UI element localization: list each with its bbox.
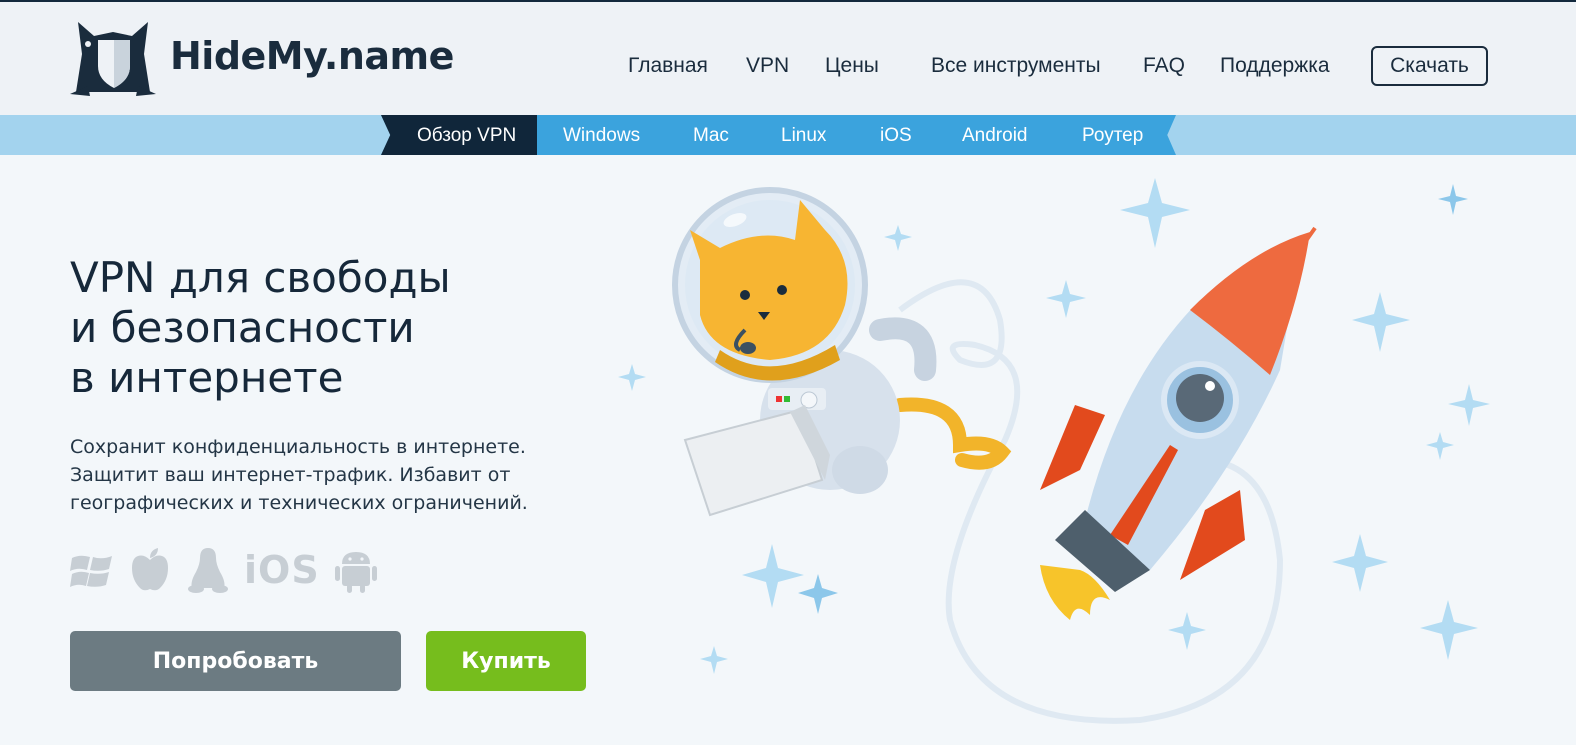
ios-label: iOS — [244, 548, 320, 592]
hero-description-line: Защитит ваш интернет-трафик. Избавит от — [70, 464, 511, 486]
hero-title-line: VPN для свободы — [70, 253, 451, 302]
hero-title: VPN для свободы и безопасности в интерне… — [70, 253, 451, 403]
subnav-item-mac[interactable]: Mac — [693, 125, 729, 147]
platform-subnav: Обзор VPN Windows Mac Linux iOS Android … — [0, 115, 1576, 155]
try-button[interactable]: Попробовать — [70, 631, 401, 691]
apple-icon — [132, 548, 168, 591]
nav-link-support[interactable]: Поддержка — [1220, 54, 1330, 78]
rocket — [1040, 226, 1317, 620]
hero-description: Сохранит конфиденциальность в интернете.… — [70, 433, 528, 517]
subnav-item-ios[interactable]: iOS — [880, 125, 912, 147]
android-icon — [334, 552, 377, 593]
hero-title-line: и безопасности — [70, 303, 415, 352]
nav-link-faq[interactable]: FAQ — [1143, 54, 1185, 78]
site-header: HideMy.name Главная VPN Цены Все инструм… — [0, 0, 1576, 115]
nav-link-vpn[interactable]: VPN — [746, 54, 789, 78]
top-navigation: Главная VPN Цены Все инструменты FAQ Под… — [0, 46, 1576, 86]
nav-link-prices[interactable]: Цены — [825, 54, 879, 78]
hero-description-line: географических и технических ограничений… — [70, 492, 528, 514]
subnav-item-vpn-overview[interactable]: Обзор VPN — [417, 125, 516, 147]
download-button[interactable]: Скачать — [1371, 46, 1488, 86]
platform-icons: iOS — [70, 545, 378, 595]
subnav-item-android[interactable]: Android — [962, 125, 1028, 147]
nav-link-all-tools[interactable]: Все инструменты — [931, 54, 1101, 78]
astronaut-cat-rocket-illustration — [618, 178, 1490, 724]
subnav-item-linux[interactable]: Linux — [781, 125, 826, 147]
linux-icon — [188, 548, 228, 593]
astronaut-cat — [672, 187, 937, 517]
hero-title-line: в интернете — [70, 353, 344, 402]
nav-link-home[interactable]: Главная — [628, 54, 708, 78]
subnav-item-windows[interactable]: Windows — [563, 125, 640, 147]
hero-description-line: Сохранит конфиденциальность в интернете. — [70, 436, 526, 458]
windows-icon — [70, 555, 112, 587]
buy-button[interactable]: Купить — [426, 631, 586, 691]
subnav-item-router[interactable]: Роутер — [1082, 125, 1143, 147]
